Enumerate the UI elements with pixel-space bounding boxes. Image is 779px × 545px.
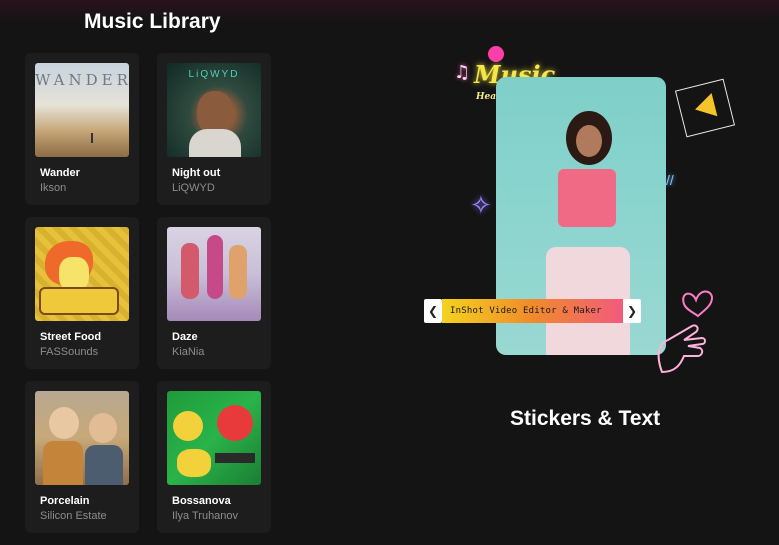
stickers-promo-illustration: ♫ Music Heal Your Soul ✧ // ❮ InShot Vid… — [424, 40, 760, 390]
track-card-wander[interactable]: WANDER Wander Ikson — [25, 53, 139, 205]
next-arrow-icon: ❯ — [623, 299, 641, 323]
album-art-night-out: LiQWYD — [167, 63, 261, 157]
track-name: Porcelain — [40, 495, 90, 507]
heart-hand-icon — [657, 290, 714, 374]
track-artist: Silicon Estate — [40, 510, 107, 522]
track-name: Night out — [172, 167, 221, 179]
track-card-porcelain[interactable]: Porcelain Silicon Estate — [25, 381, 139, 533]
track-name: Bossanova — [172, 495, 231, 507]
track-artist: FASSounds — [40, 346, 99, 358]
play-icon — [692, 92, 718, 122]
music-library-title: Music Library — [84, 10, 221, 33]
track-card-daze[interactable]: Daze KiaNia — [157, 217, 271, 369]
track-artist: LiQWYD — [172, 182, 215, 194]
sparkle-icon: // — [666, 172, 674, 188]
track-name: Street Food — [40, 331, 102, 343]
album-art-text: LiQWYD — [188, 69, 240, 80]
track-artist: Ikson — [40, 182, 67, 194]
track-name: Wander — [40, 167, 80, 179]
album-art-porcelain — [35, 391, 129, 485]
stickers-text-title: Stickers & Text — [510, 407, 661, 430]
track-card-night-out[interactable]: LiQWYD Night out LiQWYD — [157, 53, 271, 205]
text-sticker: ❮ InShot Video Editor & Maker ❯ — [424, 297, 641, 325]
play-icon-sticker — [674, 78, 736, 138]
text-sticker-label: InShot Video Editor & Maker — [442, 299, 623, 323]
previous-arrow-icon: ❮ — [424, 299, 442, 323]
track-name: Daze — [172, 331, 198, 343]
album-art-bossanova — [167, 391, 261, 485]
album-art-text: WANDER — [35, 71, 129, 89]
sparkle-icon: ✧ — [470, 190, 492, 220]
album-art-daze — [167, 227, 261, 321]
track-card-street-food[interactable]: Street Food FASSounds — [25, 217, 139, 369]
album-art-wander: WANDER — [35, 63, 129, 157]
track-artist: KiaNia — [172, 346, 205, 358]
person-shirt — [558, 169, 616, 227]
album-art-street-food — [35, 227, 129, 321]
music-note-icon: ♫ — [454, 62, 471, 83]
person-face — [576, 125, 602, 157]
track-card-bossanova[interactable]: Bossanova Ilya Truhanov — [157, 381, 271, 533]
track-artist: Ilya Truhanov — [172, 510, 239, 522]
